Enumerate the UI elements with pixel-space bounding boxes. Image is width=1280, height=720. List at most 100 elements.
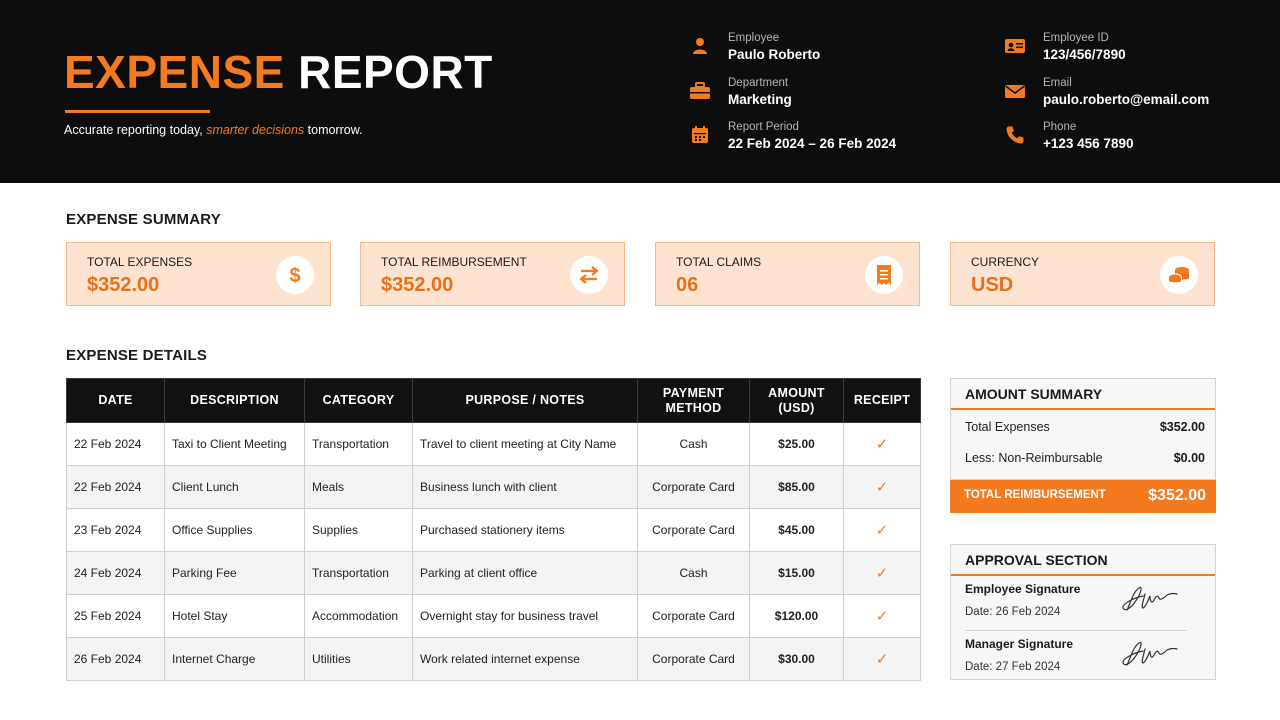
card-total-expenses: TOTAL EXPENSES $352.00 $ <box>66 242 331 306</box>
cell-date: 22 Feb 2024 <box>66 422 165 466</box>
expense-details-title: EXPENSE DETAILS <box>66 347 208 364</box>
cell-method: Corporate Card <box>637 637 750 681</box>
svg-text:$: $ <box>289 265 300 286</box>
tagline: Accurate reporting today, smarter decisi… <box>64 123 363 137</box>
cell-date: 25 Feb 2024 <box>66 594 165 638</box>
receipt-check-icon[interactable]: ✓ <box>843 551 921 595</box>
cell-method: Corporate Card <box>637 465 750 509</box>
cell-method: Corporate Card <box>637 594 750 638</box>
table-row: 25 Feb 2024 Hotel Stay Accommodation Ove… <box>66 594 921 638</box>
cell-notes: Overnight stay for business travel <box>412 594 638 638</box>
card-value: $352.00 <box>87 274 160 296</box>
dollar-icon: $ <box>276 256 314 294</box>
cell-amount: $120.00 <box>749 594 844 638</box>
card-value: $352.00 <box>381 274 454 296</box>
cell-method: Corporate Card <box>637 508 750 552</box>
phone-label: Phone <box>1043 121 1077 133</box>
receipt-check-icon[interactable]: ✓ <box>843 465 921 509</box>
col-category: CATEGORY <box>304 378 413 423</box>
cell-description: Taxi to Client Meeting <box>164 422 305 466</box>
title-report: REPORT <box>298 46 493 98</box>
info-department: Department Marketing <box>689 76 792 108</box>
receipt-check-icon[interactable]: ✓ <box>843 594 921 638</box>
approval-section-panel: APPROVAL SECTION Employee Signature Date… <box>950 544 1216 680</box>
amount-summary-panel: AMOUNT SUMMARY Total Expenses $352.00 Le… <box>950 378 1216 480</box>
cell-description: Client Lunch <box>164 465 305 509</box>
id-card-icon <box>1004 35 1026 57</box>
card-total-claims: TOTAL CLAIMS 06 <box>655 242 920 306</box>
info-phone: Phone +123 456 7890 <box>1004 120 1133 152</box>
manager-signature-image <box>1122 641 1178 666</box>
col-receipt: RECEIPT <box>843 378 921 423</box>
period-value: 22 Feb 2024 – 26 Feb 2024 <box>728 136 897 151</box>
card-value: 06 <box>676 274 699 296</box>
table-row: 23 Feb 2024 Office Supplies Supplies Pur… <box>66 508 921 552</box>
cell-description: Parking Fee <box>164 551 305 595</box>
card-currency: CURRENCY USD <box>950 242 1215 306</box>
info-employee-id: Employee ID 123/456/7890 <box>1004 31 1126 63</box>
employee-id-label: Employee ID <box>1043 32 1109 44</box>
col-purpose: PURPOSE / NOTES <box>412 378 638 423</box>
employee-signature-block: Employee Signature Date: 26 Feb 2024 <box>951 576 1215 630</box>
cell-date: 26 Feb 2024 <box>66 637 165 681</box>
row-non-reimbursable: Less: Non-Reimbursable $0.00 <box>951 441 1215 472</box>
card-label: TOTAL REIMBURSEMENT <box>381 255 527 269</box>
info-email: Email paulo.roberto@email.com <box>1004 76 1209 108</box>
coins-icon <box>1160 256 1198 294</box>
title-expense: EXPENSE <box>64 46 285 98</box>
card-value: USD <box>971 274 1014 296</box>
col-date: DATE <box>66 378 165 423</box>
exchange-arrows-icon <box>570 256 608 294</box>
briefcase-icon <box>689 80 711 102</box>
receipt-check-icon[interactable]: ✓ <box>843 422 921 466</box>
report-header: EXPENSE REPORT Accurate reporting today,… <box>0 0 1280 183</box>
receipt-check-icon[interactable]: ✓ <box>843 637 921 681</box>
receipt-icon <box>865 256 903 294</box>
total-reimbursement-label: TOTAL REIMBURSEMENT <box>964 489 1106 501</box>
cell-amount: $30.00 <box>749 637 844 681</box>
cell-method: Cash <box>637 551 750 595</box>
employee-signature-image <box>1122 586 1178 611</box>
table-row: 26 Feb 2024 Internet Charge Utilities Wo… <box>66 637 921 681</box>
manager-signature-label: Manager Signature <box>965 637 1074 651</box>
info-employee: Employee Paulo Roberto <box>689 31 820 63</box>
cell-category: Transportation <box>304 551 413 595</box>
cell-date: 23 Feb 2024 <box>66 508 165 552</box>
cell-category: Transportation <box>304 422 413 466</box>
tagline-emphasis: smarter decisions <box>206 123 305 137</box>
email-label: Email <box>1043 77 1072 89</box>
phone-icon <box>1004 124 1026 146</box>
non-reimbursable-value: $0.00 <box>1173 451 1205 465</box>
employee-id-value: 123/456/7890 <box>1043 47 1126 62</box>
card-total-reimbursement: TOTAL REIMBURSEMENT $352.00 <box>360 242 625 306</box>
email-value[interactable]: paulo.roberto@email.com <box>1043 91 1209 108</box>
period-label: Report Period <box>728 121 799 133</box>
employee-signature-label: Employee Signature <box>965 582 1081 596</box>
phone-value[interactable]: +123 456 7890 <box>1043 135 1133 152</box>
cell-method: Cash <box>637 422 750 466</box>
amount-summary-title: AMOUNT SUMMARY <box>951 379 1215 410</box>
receipt-check-icon[interactable]: ✓ <box>843 508 921 552</box>
department-label: Department <box>728 77 789 89</box>
cell-description: Internet Charge <box>164 637 305 681</box>
cell-category: Accommodation <box>304 594 413 638</box>
manager-signature-block: Manager Signature Date: 27 Feb 2024 <box>951 631 1215 685</box>
cell-notes: Parking at client office <box>412 551 638 595</box>
cell-notes: Purchased stationery items <box>412 508 638 552</box>
non-reimbursable-label: Less: Non-Reimbursable <box>965 451 1103 465</box>
total-reimbursement-bar: TOTAL REIMBURSEMENT $352.00 <box>950 480 1216 513</box>
card-label: TOTAL CLAIMS <box>676 255 762 269</box>
cell-date: 22 Feb 2024 <box>66 465 165 509</box>
table-row: 22 Feb 2024 Client Lunch Meals Business … <box>66 465 921 509</box>
card-label: TOTAL EXPENSES <box>87 255 193 269</box>
calendar-icon <box>689 124 711 146</box>
total-expenses-value: $352.00 <box>1159 420 1205 434</box>
cell-category: Utilities <box>304 637 413 681</box>
col-description: DESCRIPTION <box>164 378 305 423</box>
row-total-expenses: Total Expenses $352.00 <box>951 410 1215 441</box>
department-value: Marketing <box>728 92 792 107</box>
cell-notes: Work related internet expense <box>412 637 638 681</box>
page-title: EXPENSE REPORT <box>64 46 493 98</box>
cell-amount: $85.00 <box>749 465 844 509</box>
tagline-end: tomorrow. <box>304 123 363 137</box>
